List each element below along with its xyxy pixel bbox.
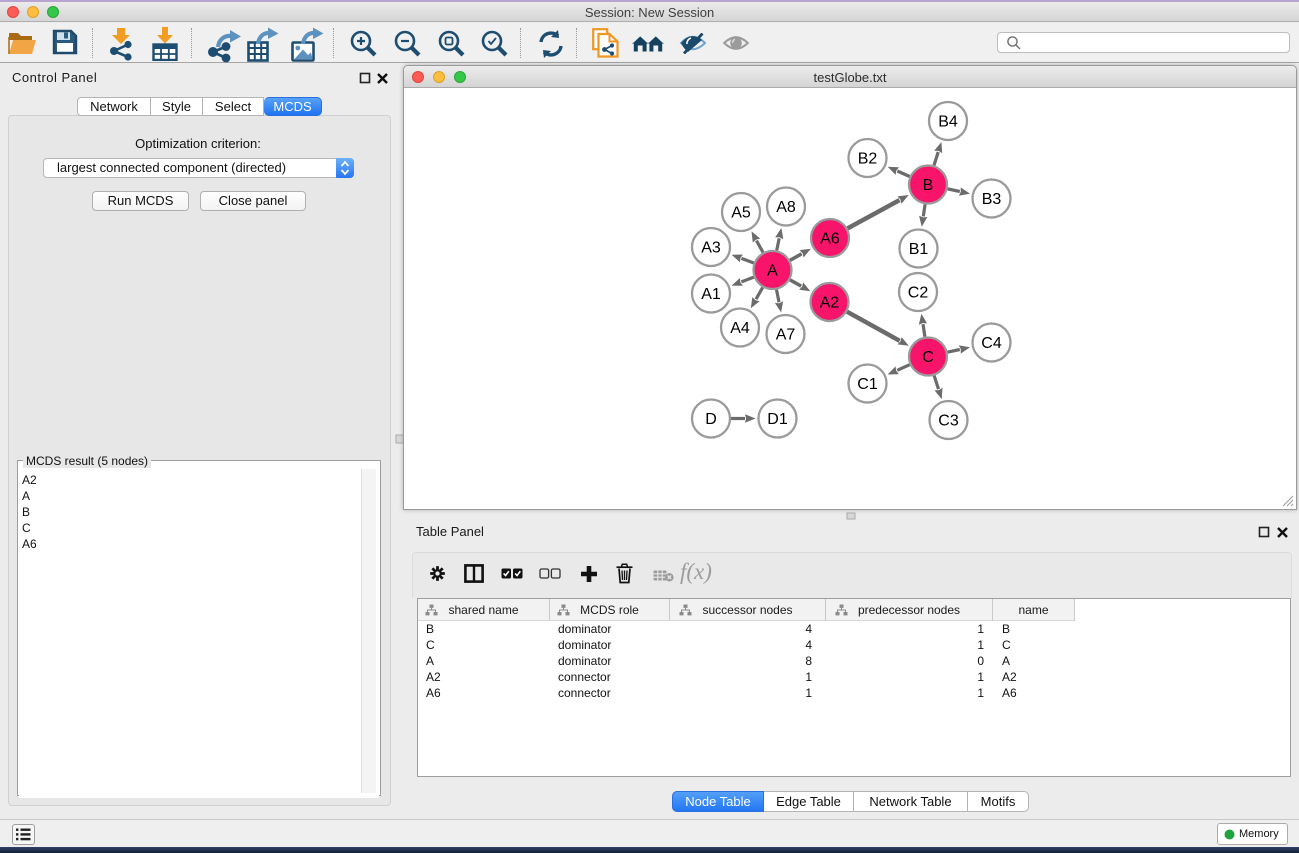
svg-text:C1: C1 [857, 376, 878, 393]
svg-text:B3: B3 [982, 191, 1002, 208]
svg-text:D: D [705, 411, 717, 428]
svg-text:B: B [923, 177, 934, 194]
svg-text:A6: A6 [820, 231, 840, 248]
svg-text:D1: D1 [767, 411, 788, 428]
svg-text:A3: A3 [701, 240, 721, 257]
svg-text:C: C [922, 349, 934, 366]
svg-text:C4: C4 [981, 335, 1002, 352]
svg-text:A4: A4 [730, 320, 750, 337]
svg-text:B1: B1 [909, 241, 929, 258]
svg-text:A8: A8 [776, 199, 796, 216]
svg-text:A7: A7 [776, 327, 796, 344]
svg-text:C3: C3 [938, 413, 959, 430]
svg-text:B2: B2 [858, 151, 878, 168]
svg-text:A2: A2 [820, 295, 840, 312]
svg-text:A5: A5 [731, 205, 751, 222]
svg-text:A: A [767, 263, 778, 280]
svg-text:A1: A1 [701, 286, 721, 303]
svg-text:B4: B4 [938, 114, 958, 131]
svg-text:C2: C2 [908, 285, 929, 302]
